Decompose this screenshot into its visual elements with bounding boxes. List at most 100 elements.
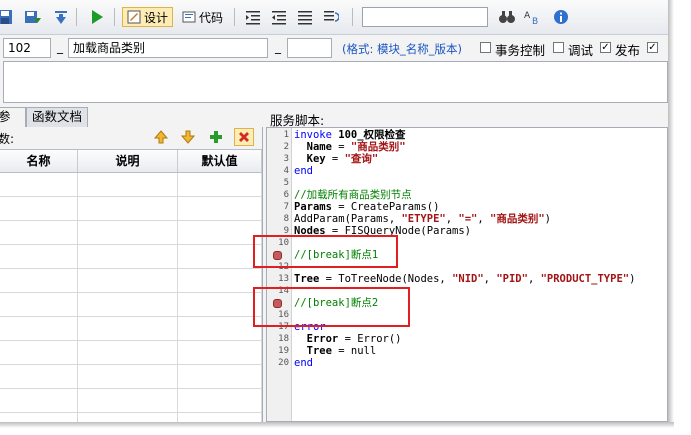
table-cell[interactable] xyxy=(78,221,178,244)
line-number: 18 xyxy=(278,334,289,344)
table-row[interactable] xyxy=(0,365,262,389)
publish-checkbox[interactable]: ✓ xyxy=(600,42,611,53)
save-as-icon[interactable] xyxy=(24,8,42,26)
code-line-19: Tree = null xyxy=(294,345,377,357)
table-cell[interactable] xyxy=(78,317,178,340)
find-icon[interactable] xyxy=(498,8,516,26)
code-line-13: Tree = ToTreeNode(Nodes, "NID", "PID", "… xyxy=(294,273,636,285)
debug-checkbox[interactable] xyxy=(553,42,564,53)
code-line-18: Error = Error() xyxy=(294,333,402,345)
separator-underscore-2: _ xyxy=(275,40,281,54)
table-cell[interactable] xyxy=(0,293,78,316)
run-icon[interactable] xyxy=(88,8,106,26)
tab-params[interactable]: 参数 xyxy=(0,107,26,142)
table-cell[interactable] xyxy=(78,173,178,196)
col-default-header[interactable]: 默认值 xyxy=(178,150,262,172)
indent-icon[interactable] xyxy=(244,8,262,26)
table-row[interactable] xyxy=(0,197,262,221)
table-cell[interactable] xyxy=(78,341,178,364)
service-header-row: 102 _ 加载商品类别 _ (格式: 模块_名称_版本) 事务控制 调试 ✓ … xyxy=(0,35,668,61)
table-row[interactable] xyxy=(0,389,262,413)
code-label: 代码 xyxy=(199,10,224,25)
table-cell[interactable] xyxy=(178,293,262,316)
replace-icon[interactable]: AB xyxy=(524,8,542,26)
code-line-3: Key = "查询" xyxy=(294,153,379,165)
table-cell[interactable] xyxy=(78,269,178,292)
table-row[interactable] xyxy=(0,293,262,317)
table-cell[interactable] xyxy=(178,269,262,292)
table-cell[interactable] xyxy=(78,245,178,268)
table-cell[interactable] xyxy=(0,341,78,364)
info-icon[interactable] xyxy=(552,8,570,26)
code-line-1: invoke 100_权限检查 xyxy=(294,129,406,141)
extra-checkbox[interactable]: ✓ xyxy=(647,42,658,53)
table-cell[interactable] xyxy=(178,317,262,340)
uncomment-icon[interactable] xyxy=(322,8,340,26)
svg-text:A: A xyxy=(524,11,531,21)
table-cell[interactable] xyxy=(0,365,78,388)
params-grid-header: 名称 说明 默认值 xyxy=(0,149,262,173)
search-input[interactable] xyxy=(362,7,488,27)
add-icon[interactable] xyxy=(209,130,223,147)
module-id-value: 102 xyxy=(8,41,31,55)
code-line-4: end xyxy=(294,165,313,177)
code-button[interactable]: 代码 xyxy=(178,7,227,27)
service-editor-window: 设计 代码 AB 102 _ 加载商品类别 _ (格式: 模块_名称_版本) 事… xyxy=(0,0,669,423)
table-row[interactable] xyxy=(0,221,262,245)
move-up-icon[interactable] xyxy=(153,130,169,147)
line-number: 4 xyxy=(283,166,289,176)
line-number-gutter: 1 2 3 4 5 6 7 8 9 10 12 13 14 16 17 18 19 20 xyxy=(267,128,292,421)
table-row[interactable] xyxy=(0,173,262,197)
table-cell[interactable] xyxy=(78,365,178,388)
design-button[interactable]: 设计 xyxy=(122,7,174,27)
code-line-20: end xyxy=(294,357,313,369)
left-tabs: 参数 函数文档 xyxy=(0,107,262,142)
code-line-6: //加载所有商品类别节点 xyxy=(294,189,412,201)
table-row[interactable] xyxy=(0,341,262,365)
table-cell[interactable] xyxy=(0,173,78,196)
move-down-icon[interactable] xyxy=(180,130,196,147)
table-cell[interactable] xyxy=(78,389,178,412)
table-cell[interactable] xyxy=(178,341,262,364)
delete-icon[interactable] xyxy=(234,128,254,146)
table-cell[interactable] xyxy=(178,173,262,196)
debug-label: 调试 xyxy=(568,43,594,58)
table-cell[interactable] xyxy=(178,389,262,412)
code-line-7: Params = CreateParams() xyxy=(294,201,440,213)
table-cell[interactable] xyxy=(0,221,78,244)
transaction-checkbox[interactable] xyxy=(480,42,491,53)
module-id-input[interactable]: 102 xyxy=(3,38,51,58)
table-cell[interactable] xyxy=(178,365,262,388)
table-cell[interactable] xyxy=(0,197,78,220)
col-name-header[interactable]: 名称 xyxy=(0,150,78,172)
line-number: 7 xyxy=(283,202,289,212)
outdent-icon[interactable] xyxy=(270,8,288,26)
table-cell[interactable] xyxy=(178,245,262,268)
code-line-2: Name = "商品类别" xyxy=(294,141,406,153)
table-row[interactable] xyxy=(0,269,262,293)
comment-icon[interactable] xyxy=(296,8,314,26)
table-cell[interactable] xyxy=(0,389,78,412)
col-desc-header[interactable]: 说明 xyxy=(78,150,178,172)
download-icon[interactable] xyxy=(52,8,70,26)
script-editor[interactable]: 1 2 3 4 5 6 7 8 9 10 12 13 14 16 17 18 19 20 invoke 100_权… xyxy=(266,127,668,422)
service-name-input[interactable]: 加载商品类别 xyxy=(68,38,268,58)
table-cell[interactable] xyxy=(0,245,78,268)
version-input[interactable] xyxy=(287,38,332,58)
design-icon xyxy=(127,10,141,24)
table-cell[interactable] xyxy=(0,269,78,292)
format-hint: (格式: 模块_名称_版本) xyxy=(342,42,463,56)
tab-function-docs[interactable]: 函数文档 xyxy=(26,107,88,127)
breakpoint-highlight-2 xyxy=(253,287,410,327)
table-row[interactable] xyxy=(0,245,262,269)
save-icon[interactable] xyxy=(0,8,14,26)
description-textarea[interactable] xyxy=(3,61,668,103)
table-row[interactable] xyxy=(0,317,262,341)
table-cell[interactable] xyxy=(178,197,262,220)
table-cell[interactable] xyxy=(78,293,178,316)
table-cell[interactable] xyxy=(178,221,262,244)
table-cell[interactable] xyxy=(0,317,78,340)
line-number: 8 xyxy=(283,214,289,224)
edge-shadow-right xyxy=(668,0,674,424)
table-cell[interactable] xyxy=(78,197,178,220)
